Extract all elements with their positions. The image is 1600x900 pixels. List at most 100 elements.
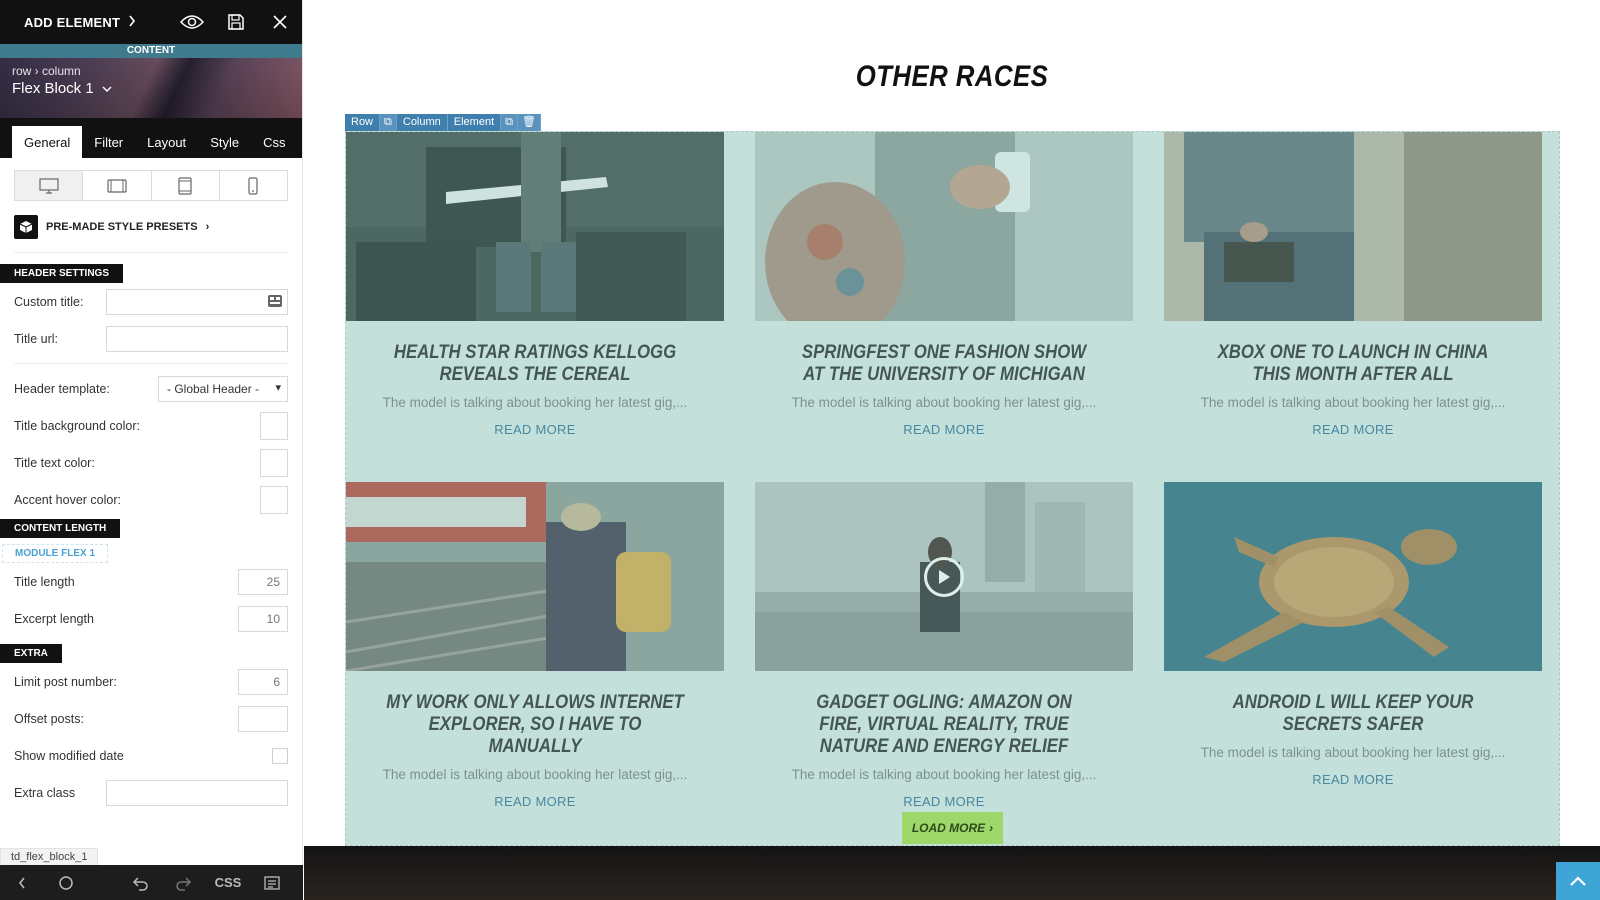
breadcrumb[interactable]: row › column bbox=[12, 64, 81, 78]
post-card: XBOX ONE TO LAUNCH IN CHINA THIS MONTH A… bbox=[1164, 132, 1542, 437]
excerpt-length-label: Excerpt length bbox=[14, 611, 94, 626]
post-title[interactable]: MY WORK ONLY ALLOWS INTERNET EXPLORER, S… bbox=[372, 691, 697, 757]
builder-element-tags: Row ⧉ Column Element ⧉ 🗑 bbox=[345, 114, 541, 131]
sidebar-topbar: ADD ELEMENT bbox=[0, 0, 302, 44]
post-thumbnail[interactable] bbox=[755, 482, 1133, 671]
title-text-color-row: Title text color: bbox=[0, 444, 302, 481]
custom-title-row: Custom title: bbox=[0, 283, 302, 320]
module-flex-label: MODULE FLEX 1 bbox=[2, 544, 109, 563]
play-video-icon[interactable] bbox=[924, 556, 964, 597]
post-excerpt: The model is talking about booking her l… bbox=[791, 767, 1097, 782]
tab-general[interactable]: General bbox=[12, 126, 83, 158]
extra-class-row: Extra class bbox=[0, 774, 302, 811]
post-excerpt: The model is talking about booking her l… bbox=[382, 767, 688, 782]
device-switcher bbox=[14, 170, 288, 201]
post-thumbnail[interactable] bbox=[1164, 132, 1542, 321]
post-thumbnail[interactable] bbox=[346, 482, 724, 671]
dynamic-content-icon[interactable] bbox=[267, 294, 283, 313]
post-card: MY WORK ONLY ALLOWS INTERNET EXPLORER, S… bbox=[346, 482, 724, 809]
presets-label: PRE-MADE STYLE PRESETS bbox=[46, 220, 198, 233]
accent-hover-color-row: Accent hover color: bbox=[0, 481, 302, 518]
content-length-label: CONTENT LENGTH bbox=[0, 519, 121, 538]
title-bg-color-swatch[interactable] bbox=[260, 411, 288, 440]
scroll-to-top-button[interactable] bbox=[1556, 862, 1600, 900]
title-text-color-swatch[interactable] bbox=[260, 448, 288, 477]
divider bbox=[14, 363, 288, 364]
column-tag[interactable]: Column bbox=[396, 114, 448, 131]
post-title[interactable]: GADGET OGLING: AMAZON ON FIRE, VIRTUAL R… bbox=[781, 691, 1106, 757]
read-more-link[interactable]: READ MORE bbox=[346, 422, 724, 437]
redo-icon[interactable] bbox=[162, 865, 206, 900]
post-title[interactable]: SPRINGFEST ONE FASHION SHOW AT THE UNIVE… bbox=[781, 341, 1106, 385]
block-name-label: Flex Block 1 bbox=[12, 80, 94, 97]
phone-icon[interactable] bbox=[219, 171, 287, 200]
flex-block-area[interactable]: HEALTH STAR RATINGS KELLOGG REVEALS THE … bbox=[345, 131, 1560, 846]
title-url-label: Title url: bbox=[14, 331, 58, 346]
post-excerpt: The model is talking about booking her l… bbox=[1200, 745, 1506, 760]
tab-style[interactable]: Style bbox=[198, 126, 251, 158]
header-template-select[interactable]: - Global Header - bbox=[158, 375, 288, 402]
read-more-link[interactable]: READ MORE bbox=[1164, 772, 1542, 787]
title-length-label: Title length bbox=[14, 574, 75, 589]
page-preview: OTHER RACES Row ⧉ Column Element ⧉ 🗑 HEA… bbox=[304, 0, 1600, 900]
row-tag[interactable]: Row bbox=[345, 114, 381, 131]
load-more-label: LOAD MORE bbox=[911, 821, 986, 835]
custom-title-input[interactable] bbox=[106, 288, 288, 315]
title-text-color-label: Title text color: bbox=[14, 455, 95, 470]
load-more-button[interactable]: LOAD MORE › bbox=[902, 812, 1003, 844]
excerpt-length-row: Excerpt length 10 bbox=[0, 600, 302, 637]
presets-cube-icon bbox=[14, 214, 38, 239]
offset-posts-input[interactable] bbox=[238, 705, 288, 732]
show-modified-checkbox[interactable] bbox=[272, 747, 288, 764]
read-more-link[interactable]: READ MORE bbox=[755, 422, 1133, 437]
title-url-input[interactable] bbox=[106, 325, 288, 352]
title-length-input[interactable]: 25 bbox=[238, 568, 288, 595]
element-tag[interactable]: Element bbox=[447, 114, 502, 131]
post-thumbnail[interactable] bbox=[755, 132, 1133, 321]
list-icon[interactable] bbox=[250, 865, 294, 900]
header-template-label: Header template: bbox=[14, 381, 110, 396]
post-title[interactable]: HEALTH STAR RATINGS KELLOGG REVEALS THE … bbox=[372, 341, 697, 385]
limit-post-row: Limit post number: 6 bbox=[0, 663, 302, 700]
accent-hover-color-swatch[interactable] bbox=[260, 485, 288, 514]
extra-class-input[interactable] bbox=[106, 779, 288, 806]
page-section-title: OTHER RACES bbox=[855, 60, 1049, 93]
sidebar-bottombar: CSS bbox=[0, 865, 303, 900]
title-bg-color-row: Title background color: bbox=[0, 407, 302, 444]
style-presets-button[interactable]: PRE-MADE STYLE PRESETS › bbox=[14, 213, 288, 253]
read-more-link[interactable]: READ MORE bbox=[755, 794, 1133, 809]
tablet-landscape-icon[interactable] bbox=[83, 171, 152, 200]
post-thumbnail[interactable] bbox=[1164, 482, 1542, 671]
read-more-link[interactable]: READ MORE bbox=[346, 794, 724, 809]
undo-icon[interactable] bbox=[118, 865, 162, 900]
tab-css[interactable]: Css bbox=[251, 126, 297, 158]
add-element-button[interactable]: ADD ELEMENT bbox=[24, 15, 136, 30]
tablet-portrait-icon[interactable] bbox=[151, 171, 220, 200]
desktop-icon[interactable] bbox=[15, 171, 84, 200]
post-card: ANDROID L WILL KEEP YOUR SECRETS SAFER T… bbox=[1164, 482, 1542, 787]
read-more-link[interactable]: READ MORE bbox=[1164, 422, 1542, 437]
css-button[interactable]: CSS bbox=[206, 865, 250, 900]
chevron-right-icon: › bbox=[205, 220, 210, 233]
inspector-circle-icon[interactable] bbox=[44, 865, 88, 900]
post-title[interactable]: XBOX ONE TO LAUNCH IN CHINA THIS MONTH A… bbox=[1190, 341, 1515, 385]
post-thumbnail[interactable] bbox=[346, 132, 724, 321]
limit-post-input[interactable]: 6 bbox=[238, 668, 288, 695]
settings-tabs: General Filter Layout Style Css bbox=[0, 118, 302, 158]
back-icon[interactable] bbox=[0, 865, 44, 900]
tab-filter[interactable]: Filter bbox=[82, 126, 135, 158]
block-name-dropdown[interactable]: Flex Block 1 bbox=[12, 80, 112, 97]
tab-layout[interactable]: Layout bbox=[135, 126, 198, 158]
element-copy-icon[interactable]: ⧉ bbox=[501, 114, 518, 131]
custom-title-label: Custom title: bbox=[14, 294, 84, 309]
header-settings-label: HEADER SETTINGS bbox=[0, 264, 124, 283]
element-delete-icon[interactable]: 🗑 bbox=[518, 114, 541, 131]
post-title[interactable]: ANDROID L WILL KEEP YOUR SECRETS SAFER bbox=[1190, 691, 1515, 735]
excerpt-length-input[interactable]: 10 bbox=[238, 605, 288, 632]
block-header: row › column Flex Block 1 bbox=[0, 58, 302, 118]
preview-eye-icon[interactable] bbox=[170, 0, 214, 44]
row-copy-icon[interactable]: ⧉ bbox=[380, 114, 397, 131]
close-icon[interactable] bbox=[258, 0, 302, 44]
save-icon[interactable] bbox=[214, 0, 258, 44]
title-length-row: Title length 25 bbox=[0, 563, 302, 600]
